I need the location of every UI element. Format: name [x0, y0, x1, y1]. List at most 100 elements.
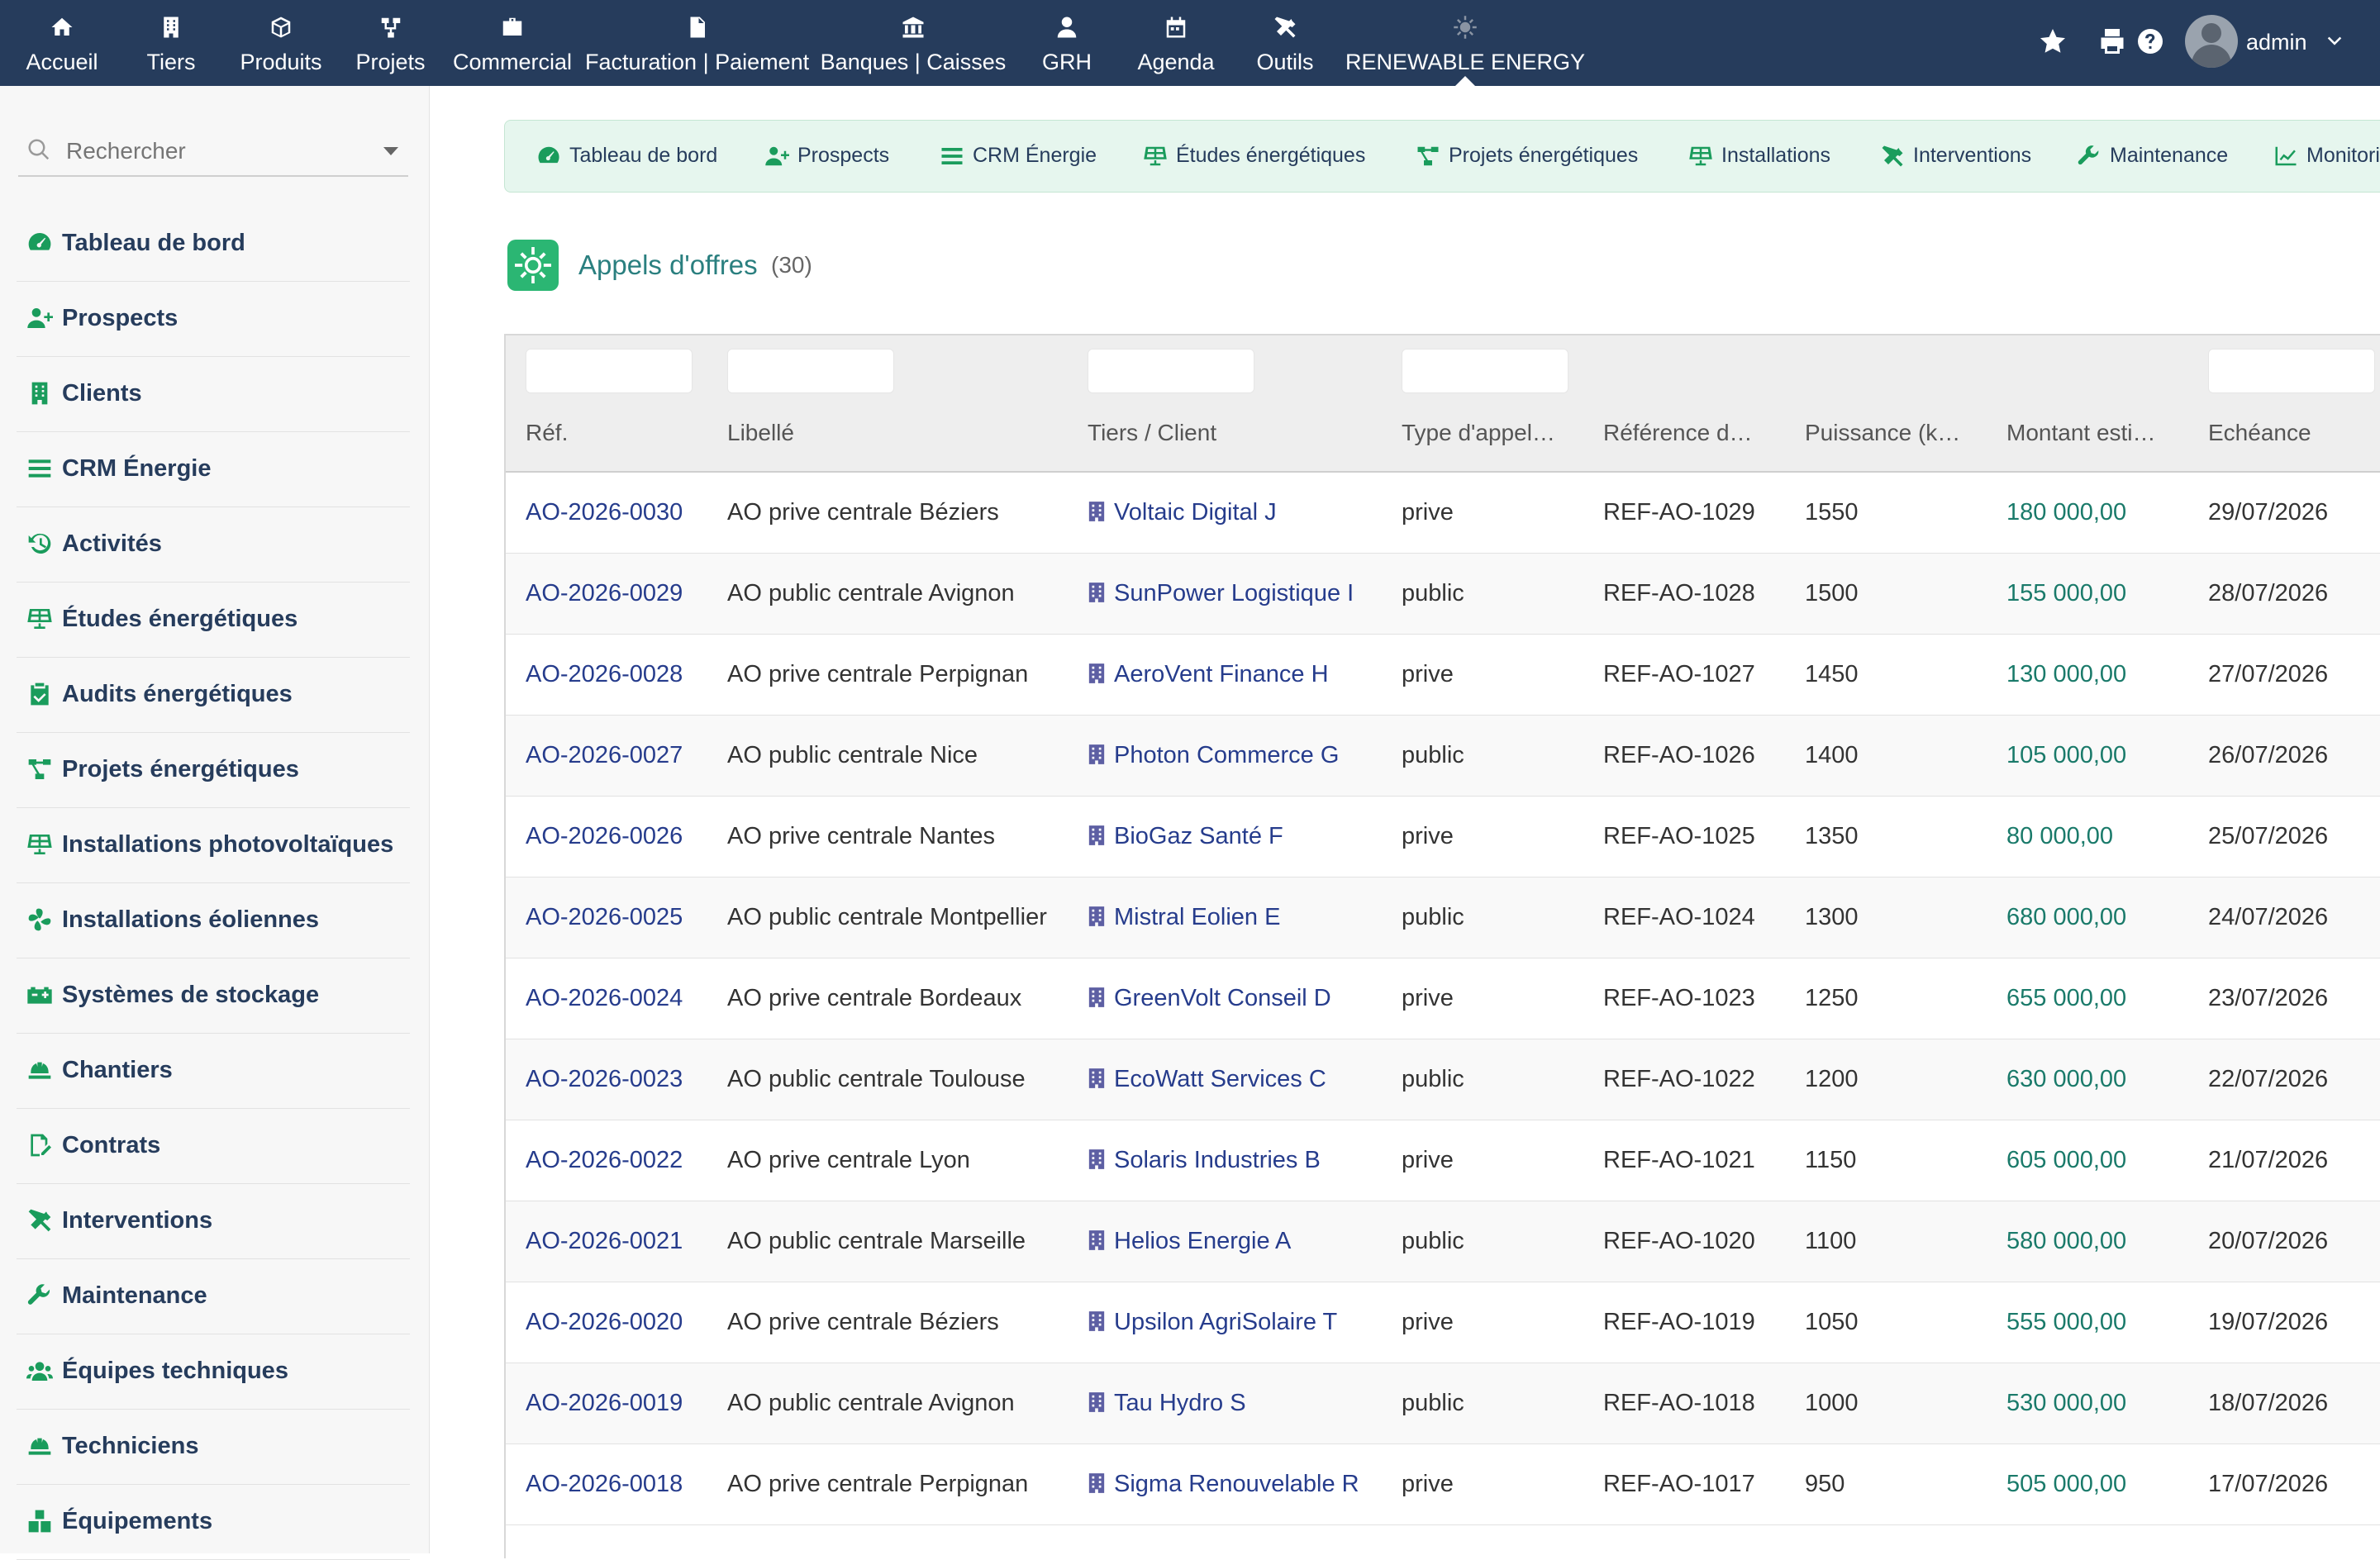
client-name[interactable]: Solaris Industries B [1114, 1147, 1321, 1173]
client-name[interactable]: Mistral Eolien E [1114, 904, 1280, 930]
sidebar-item-etudes-energetiques[interactable]: Études énergétiques [17, 583, 410, 658]
filter-due-input[interactable] [2208, 349, 2375, 393]
sidebar-item-installations-photovoltaiques[interactable]: Installations photovoltaïques [17, 808, 410, 883]
table-row[interactable]: AO-2026-0020 AO prive centrale Béziers Ups… [506, 1282, 2380, 1363]
help-icon[interactable] [2135, 26, 2165, 56]
client-name[interactable]: Sigma Renouvelable R [1114, 1471, 1359, 1497]
star-icon[interactable] [2038, 26, 2068, 56]
col-header-label[interactable]: Libellé [727, 420, 1074, 446]
cell-ref[interactable]: AO-2026-0021 [526, 1228, 683, 1255]
chevron-down-icon[interactable] [383, 147, 398, 155]
table-row[interactable]: AO-2026-0030 AO prive centrale Béziers Vol… [506, 473, 2380, 554]
col-header-amount[interactable]: Montant esti… [2006, 420, 2180, 446]
cell-ref[interactable]: AO-2026-0024 [526, 985, 683, 1012]
sidebar-item-systemes-de-stockage[interactable]: Systèmes de stockage [17, 958, 410, 1034]
chevron-down-icon[interactable] [2325, 33, 2344, 51]
table-row[interactable]: AO-2026-0022 AO prive centrale Lyon Solari… [506, 1120, 2380, 1201]
table-row[interactable]: AO-2026-0019 AO public centrale Avignon Ta… [506, 1363, 2380, 1444]
cell-ref[interactable]: AO-2026-0019 [526, 1390, 683, 1417]
table-row[interactable]: AO-2026-0026 AO prive centrale Nantes BioG… [506, 797, 2380, 878]
col-header-reference[interactable]: Référence d… [1603, 420, 1777, 446]
sidebar-item-chantiers[interactable]: Chantiers [17, 1034, 410, 1109]
col-header-client[interactable]: Tiers / Client [1088, 420, 1385, 446]
sidebar-item-activites[interactable]: Activités [17, 507, 410, 583]
sidebar-item-techniciens[interactable]: Techniciens [17, 1410, 410, 1485]
cell-ref[interactable]: AO-2026-0025 [526, 904, 683, 931]
sidebar-item-audits-energetiques[interactable]: Audits énergétiques [17, 658, 410, 733]
table-row[interactable]: AO-2026-0029 AO public centrale Avignon Su… [506, 554, 2380, 635]
sidebar-item-equipes-techniques[interactable]: Équipes techniques [17, 1334, 410, 1410]
client-name[interactable]: Helios Energie A [1114, 1228, 1291, 1254]
col-header-due[interactable]: Echéance [2208, 420, 2380, 446]
menu-banques-caisses[interactable]: Banques | Caisses [820, 0, 1007, 86]
sidebar-item-prospects[interactable]: Prospects [17, 282, 410, 357]
client-name[interactable]: BioGaz Santé F [1114, 823, 1283, 849]
cell-client[interactable]: EcoWatt Services C [1088, 1066, 1326, 1093]
sidebar-item-equipements[interactable]: Équipements [17, 1485, 410, 1560]
cell-client[interactable]: SunPower Logistique I [1088, 580, 1354, 607]
client-name[interactable]: Photon Commerce G [1114, 742, 1339, 768]
client-name[interactable]: Tau Hydro S [1114, 1390, 1246, 1416]
table-row[interactable]: AO-2026-0023 AO public centrale Toulouse E… [506, 1039, 2380, 1120]
cell-client[interactable]: Mistral Eolien E [1088, 904, 1280, 931]
cell-client[interactable]: Sigma Renouvelable R [1088, 1471, 1359, 1498]
filter-type-input[interactable] [1402, 349, 1568, 393]
menu-grh[interactable]: GRH [1021, 0, 1112, 86]
sidebar-item-interventions[interactable]: Interventions [17, 1184, 410, 1259]
col-header-power[interactable]: Puissance (k… [1805, 420, 1978, 446]
client-name[interactable]: Upsilon AgriSolaire T [1114, 1309, 1337, 1335]
cell-client[interactable]: Helios Energie A [1088, 1228, 1291, 1255]
username[interactable]: admin [2246, 30, 2307, 55]
cell-ref[interactable]: AO-2026-0030 [526, 499, 683, 526]
menu-agenda[interactable]: Agenda [1122, 0, 1230, 86]
cell-client[interactable]: Upsilon AgriSolaire T [1088, 1309, 1337, 1336]
menu-projets[interactable]: Projets [347, 0, 434, 86]
avatar[interactable] [2185, 15, 2238, 68]
cell-client[interactable]: GreenVolt Conseil D [1088, 985, 1331, 1012]
col-header-type[interactable]: Type d'appel… [1402, 420, 1575, 446]
menu-renewable-energy[interactable]: RENEWABLE ENERGY [1345, 0, 1585, 86]
menu-tiers[interactable]: Tiers [126, 0, 217, 86]
cell-client[interactable]: Solaris Industries B [1088, 1147, 1321, 1174]
cell-ref[interactable]: AO-2026-0026 [526, 823, 683, 850]
filter-client-input[interactable] [1088, 349, 1254, 393]
client-name[interactable]: GreenVolt Conseil D [1114, 985, 1331, 1011]
sidebar-item-maintenance[interactable]: Maintenance [17, 1259, 410, 1334]
client-name[interactable]: SunPower Logistique I [1114, 580, 1354, 606]
client-name[interactable]: EcoWatt Services C [1114, 1066, 1326, 1092]
client-name[interactable]: AeroVent Finance H [1114, 661, 1329, 687]
table-row[interactable]: AO-2026-0024 AO prive centrale Bordeaux Gr… [506, 958, 2380, 1039]
table-row[interactable]: AO-2026-0018 AO prive centrale Perpignan S… [506, 1444, 2380, 1525]
cell-client[interactable]: AeroVent Finance H [1088, 661, 1329, 688]
sidebar-item-crm-energie[interactable]: CRM Énergie [17, 432, 410, 507]
menu-commercial[interactable]: Commercial [446, 0, 578, 86]
cell-client[interactable]: Photon Commerce G [1088, 742, 1339, 769]
table-row[interactable]: AO-2026-0025 AO public centrale Montpelli… [506, 878, 2380, 958]
search-input[interactable] [64, 132, 382, 170]
cell-client[interactable]: BioGaz Santé F [1088, 823, 1283, 850]
menu-accueil[interactable]: Accueil [8, 0, 116, 86]
table-row[interactable]: AO-2026-0028 AO prive centrale Perpignan A… [506, 635, 2380, 716]
sidebar-item-tableau-de-bord[interactable]: Tableau de bord [17, 207, 410, 282]
menu-outils[interactable]: Outils [1240, 0, 1330, 86]
table-row[interactable]: AO-2026-0021 AO public centrale Marseille… [506, 1201, 2380, 1282]
menu-facturation-paiement[interactable]: Facturation | Paiement [585, 0, 809, 86]
filter-label-input[interactable] [727, 349, 894, 393]
cell-ref[interactable]: AO-2026-0020 [526, 1309, 683, 1336]
sidebar-item-contrats[interactable]: Contrats [17, 1109, 410, 1184]
table-row[interactable]: AO-2026-0027 AO public centrale Nice Photo… [506, 716, 2380, 797]
menu-produits[interactable]: Produits [231, 0, 331, 86]
print-icon[interactable] [2097, 26, 2127, 56]
col-header-ref[interactable]: Réf. [526, 420, 707, 446]
client-name[interactable]: Voltaic Digital J [1114, 499, 1277, 526]
cell-ref[interactable]: AO-2026-0022 [526, 1147, 683, 1174]
cell-ref[interactable]: AO-2026-0018 [526, 1471, 683, 1498]
cell-client[interactable]: Tau Hydro S [1088, 1390, 1246, 1417]
filter-ref-input[interactable] [526, 349, 693, 393]
cell-client[interactable]: Voltaic Digital J [1088, 499, 1277, 526]
sidebar-item-projets-energetiques[interactable]: Projets énergétiques [17, 733, 410, 808]
cell-ref[interactable]: AO-2026-0023 [526, 1066, 683, 1093]
cell-ref[interactable]: AO-2026-0029 [526, 580, 683, 607]
cell-ref[interactable]: AO-2026-0027 [526, 742, 683, 769]
sidebar-item-clients[interactable]: Clients [17, 357, 410, 432]
